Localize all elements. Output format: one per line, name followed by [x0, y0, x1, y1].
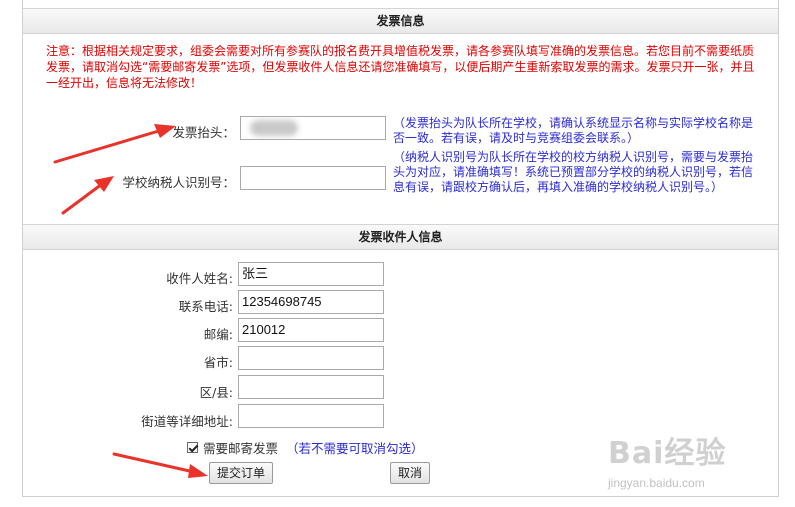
annotation-arrow-icon [53, 124, 176, 164]
tax-id-hint: （纳税人识别号为队长所在学校的校方纳税人识别号，需要与发票抬头为对应，请准确填写… [393, 150, 754, 194]
cancel-button[interactable]: 取消 [390, 462, 430, 484]
province-label: 省市: [203, 355, 233, 370]
tax-id-field[interactable] [240, 166, 386, 190]
zip-field[interactable]: 210012 [238, 318, 384, 342]
street-field[interactable] [238, 404, 384, 428]
watermark-logo: Bai经验 [608, 436, 727, 471]
district-label: 区/县: [199, 385, 233, 400]
mail-invoice-label[interactable]: 需要邮寄发票 [203, 438, 278, 457]
district-field[interactable] [238, 375, 384, 399]
street-label: 街道等详细地址: [141, 414, 233, 429]
invoice-section-header: 发票信息 [23, 8, 778, 34]
notice-text: 注意：根据相关规定要求，组委会需要对所有参赛队的报名费开具增值税发票，请各参赛队… [46, 44, 755, 90]
invoice-title-hint: （发票抬头为队长所在学校，请确认系统显示名称与实际学校名称是否一致。若有误，请及… [393, 116, 754, 145]
redacted-school-name [250, 120, 298, 136]
recipient-name-label: 收件人姓名: [166, 271, 233, 286]
phone-field[interactable]: 12354698745 [238, 290, 384, 314]
mail-invoice-hint: （若不需要可取消勾选） [286, 441, 424, 456]
zip-label: 邮编: [203, 327, 233, 342]
watermark-url: jingyan.baidu.com [608, 476, 705, 490]
submit-order-button[interactable]: 提交订单 [209, 462, 273, 484]
phone-label: 联系电话: [178, 299, 233, 314]
annotation-arrow-icon [61, 176, 114, 215]
recipient-name-field[interactable]: 张三 [238, 262, 384, 286]
mail-invoice-row: 需要邮寄发票 （若不需要可取消勾选） [187, 438, 424, 457]
annotation-arrow-icon [112, 452, 208, 478]
recipient-section-header: 发票收件人信息 [23, 224, 778, 250]
baidu-jingyan-watermark: Bai经验 jingyan.baidu.com [608, 428, 783, 498]
province-field[interactable] [238, 346, 384, 370]
